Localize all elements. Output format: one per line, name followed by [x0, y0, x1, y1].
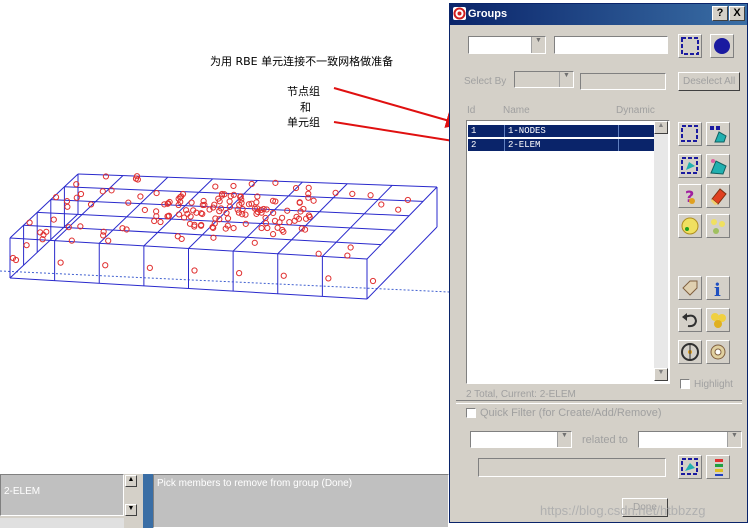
apply-filter-icon[interactable]: [678, 455, 702, 479]
select-elements-icon[interactable]: [678, 154, 702, 178]
status-line: 2 Total, Current: 2-ELEM: [466, 389, 576, 400]
group-list-pane: 2-ELEM: [0, 474, 124, 516]
color-circle-icon[interactable]: [710, 34, 734, 58]
filter-text-field[interactable]: [478, 458, 666, 477]
arrow-to-nodes: [333, 87, 462, 128]
select-by-label: Select By: [464, 76, 507, 87]
column-name: Name: [503, 105, 530, 116]
dropdown-arrow-icon: ▼: [531, 37, 545, 53]
row-id: 2: [471, 140, 477, 150]
deselect-all-label: Deselect All: [683, 76, 736, 87]
question-icon[interactable]: ?: [678, 184, 702, 208]
steering-wheel-icon[interactable]: [678, 340, 702, 364]
side-tab[interactable]: [143, 474, 153, 528]
dialog-titlebar[interactable]: Groups ? X: [450, 4, 747, 25]
watermark: https://blog.csdn.net/htbbzzg: [540, 503, 706, 518]
table-row[interactable]: 2 2-ELEM: [468, 139, 654, 151]
app-icon: [453, 7, 466, 20]
row-name: 1-NODES: [508, 126, 546, 136]
bottom-panel: 2-ELEM ▲ ▼ Pick members to remove from g…: [0, 474, 449, 528]
add-elements-icon[interactable]: [706, 154, 730, 178]
dropdown-arrow-icon: ▼: [727, 432, 741, 447]
group-type-dropdown[interactable]: ▼: [468, 36, 546, 54]
select-box-icon[interactable]: [678, 34, 702, 58]
scroll-down-arrow-icon[interactable]: ▼: [654, 368, 668, 381]
gear-icon[interactable]: [706, 340, 730, 364]
related-to-label: related to: [582, 434, 628, 446]
select-by-dropdown[interactable]: ▼: [514, 71, 574, 88]
arrow-to-elem: [333, 121, 468, 149]
tag-icon[interactable]: [678, 276, 702, 300]
scroll-down-button[interactable]: ▼: [125, 504, 137, 516]
select-by-field[interactable]: [580, 73, 666, 90]
color-list-icon[interactable]: [706, 455, 730, 479]
help-button[interactable]: ?: [712, 6, 728, 21]
list-scrollbar[interactable]: ▲ ▼: [654, 121, 668, 381]
current-group-label: 2-ELEM: [4, 486, 41, 497]
node-pick-icon[interactable]: [678, 214, 702, 238]
table-row[interactable]: 1 1-NODES: [468, 125, 654, 137]
scroll-up-arrow-icon[interactable]: ▲: [654, 121, 668, 134]
highlight-label: Highlight: [694, 379, 733, 390]
info-icon[interactable]: i: [706, 276, 730, 301]
filter-type-dropdown[interactable]: ▼: [470, 431, 572, 448]
highlight-checkbox[interactable]: [680, 379, 690, 389]
dialog-title: Groups: [468, 8, 508, 20]
dropdown-arrow-icon: ▼: [557, 432, 571, 447]
prompt-text: Pick members to remove from group (Done): [157, 478, 353, 489]
prompt-pane: Pick members to remove from group (Done): [153, 474, 449, 528]
group-list[interactable]: 1 1-NODES 2 2-ELEM ▲ ▼: [466, 120, 670, 384]
node-scatter-icon[interactable]: [706, 214, 730, 238]
related-to-dropdown[interactable]: ▼: [638, 431, 742, 448]
groups-dialog: Groups ? X ▼ Select By ▼ Deselect All Id…: [449, 3, 748, 523]
dropdown-arrow-icon: ▼: [559, 72, 573, 87]
row-id: 1: [471, 126, 477, 136]
h-scrollbar[interactable]: [0, 518, 124, 528]
quick-filter-checkbox[interactable]: [466, 408, 476, 418]
close-button[interactable]: X: [729, 6, 745, 21]
cluster-icon[interactable]: [706, 308, 730, 332]
deselect-all-button[interactable]: Deselect All: [678, 72, 740, 91]
scroll-up-button[interactable]: ▲: [125, 475, 137, 487]
eraser-icon[interactable]: [706, 184, 730, 208]
quick-filter-label: Quick Filter (for Create/Add/Remove): [480, 407, 662, 419]
column-id: Id: [467, 105, 476, 116]
column-dynamic: Dynamic: [616, 105, 655, 116]
group-name-field[interactable]: [554, 36, 668, 54]
separator: [456, 400, 742, 404]
svg-text:i: i: [714, 280, 721, 299]
add-nodes-icon[interactable]: [706, 122, 730, 146]
select-box-icon[interactable]: [678, 122, 702, 146]
row-name: 2-ELEM: [508, 140, 541, 150]
undo-icon[interactable]: [678, 308, 702, 332]
